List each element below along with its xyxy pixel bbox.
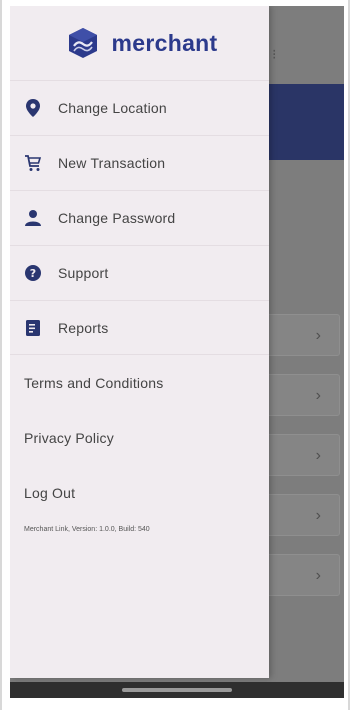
bottom-bar xyxy=(10,682,344,698)
menu-item-label: New Transaction xyxy=(58,155,166,171)
chevron-right-icon: › xyxy=(315,507,321,524)
menu-item-change-location[interactable]: Change Location xyxy=(10,80,269,135)
logout-link[interactable]: Log Out xyxy=(10,465,269,520)
chevron-right-icon: › xyxy=(315,327,321,344)
navigation-drawer: merchant Change Location New Transaction… xyxy=(10,6,269,678)
screen: ⁝ › › › › › merchant Change Location New… xyxy=(10,6,344,698)
menu-item-new-transaction[interactable]: New Transaction xyxy=(10,135,269,190)
menu-item-reports[interactable]: Reports xyxy=(10,300,269,355)
menu-item-label: Change Location xyxy=(58,100,167,116)
menu-item-support[interactable]: ? Support xyxy=(10,245,269,300)
more-icon: ⁝ xyxy=(272,46,277,62)
version-text: Merchant Link, Version: 1.0.0, Build: 54… xyxy=(24,526,150,533)
menu-item-label: Support xyxy=(58,265,109,281)
privacy-policy-link[interactable]: Privacy Policy xyxy=(10,410,269,465)
report-icon xyxy=(24,319,42,337)
menu-item-label: Change Password xyxy=(58,210,176,226)
user-icon xyxy=(24,209,42,227)
menu-item-label: Reports xyxy=(58,319,109,336)
menu-item-change-password[interactable]: Change Password xyxy=(10,190,269,245)
question-circle-icon: ? xyxy=(24,264,42,282)
brand-header: merchant xyxy=(10,6,269,80)
brand-name: merchant xyxy=(111,29,218,56)
merchant-logo-icon xyxy=(66,26,100,60)
chevron-right-icon: › xyxy=(315,447,321,464)
cart-icon xyxy=(24,154,42,172)
chevron-right-icon: › xyxy=(315,567,321,584)
terms-link[interactable]: Terms and Conditions xyxy=(10,355,269,410)
svg-text:?: ? xyxy=(30,267,36,280)
location-pin-icon xyxy=(24,99,42,117)
home-indicator[interactable] xyxy=(122,688,232,692)
chevron-right-icon: › xyxy=(315,387,321,404)
device-frame: ⁝ › › › › › merchant Change Location New… xyxy=(0,0,350,710)
